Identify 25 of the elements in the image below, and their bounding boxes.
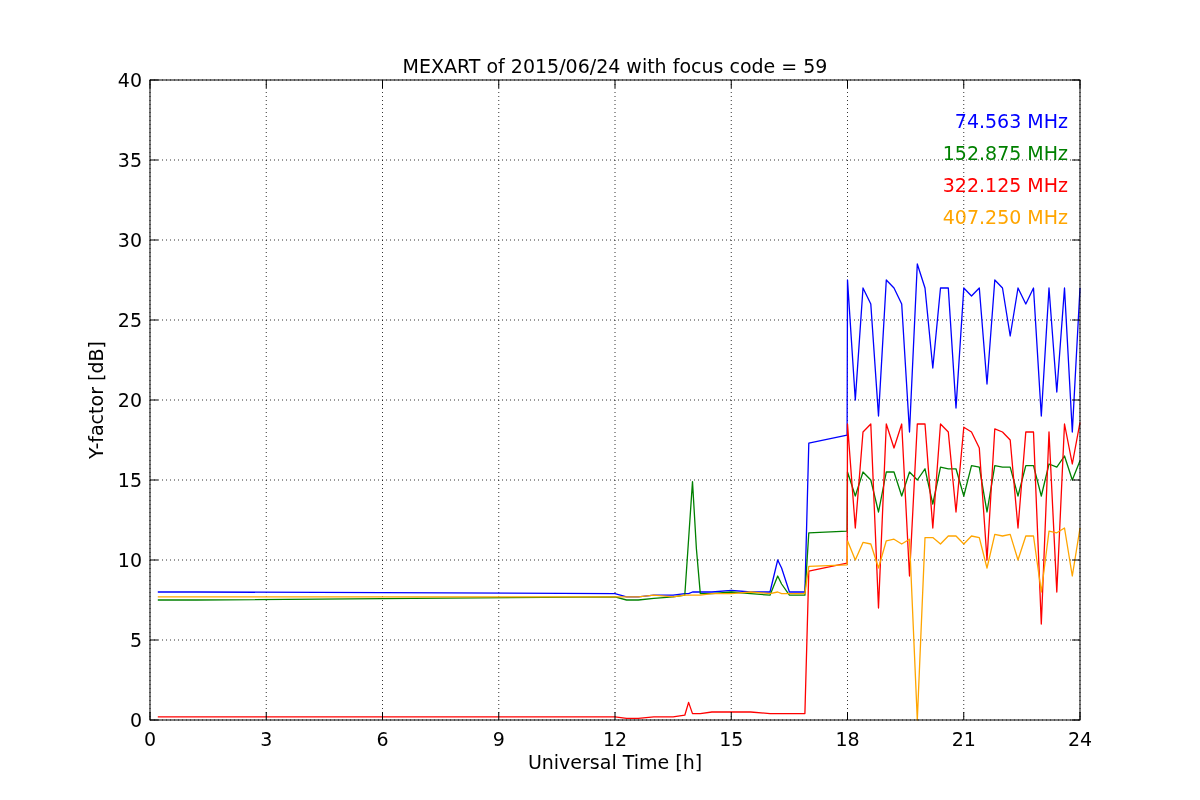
tick-label: 5 [129,629,142,651]
tick-label: 40 [117,69,142,91]
legend-entry: 322.125 MHz [942,174,1068,196]
tick-label: 21 [951,728,976,750]
legend-entry: 74.563 MHz [954,110,1068,132]
tick-label: 18 [835,728,860,750]
tick-label: 0 [129,709,142,731]
tick-label: 25 [117,309,142,331]
tick-label: 15 [117,469,142,491]
tick-label: 20 [117,389,142,411]
axis-label: Universal Time [h] [527,751,703,773]
tick-label: 12 [602,728,628,750]
tick-label: 30 [117,229,142,251]
tick-label: 9 [492,728,505,750]
tick-label: 24 [1067,728,1093,750]
tick-label: 15 [719,728,744,750]
tick-label: 6 [376,728,389,750]
tick-label: 10 [117,549,142,571]
tick-label: 35 [117,149,142,171]
legend-entry: 407.250 MHz [942,206,1068,228]
axis-label: Y-factor [dB] [85,341,107,459]
tick-label: 0 [143,728,157,750]
tick-label: 3 [260,728,273,750]
legend-entry: 152.875 MHz [942,142,1068,164]
chart-title: MEXART of 2015/06/24 with focus code = 59 [402,55,828,77]
